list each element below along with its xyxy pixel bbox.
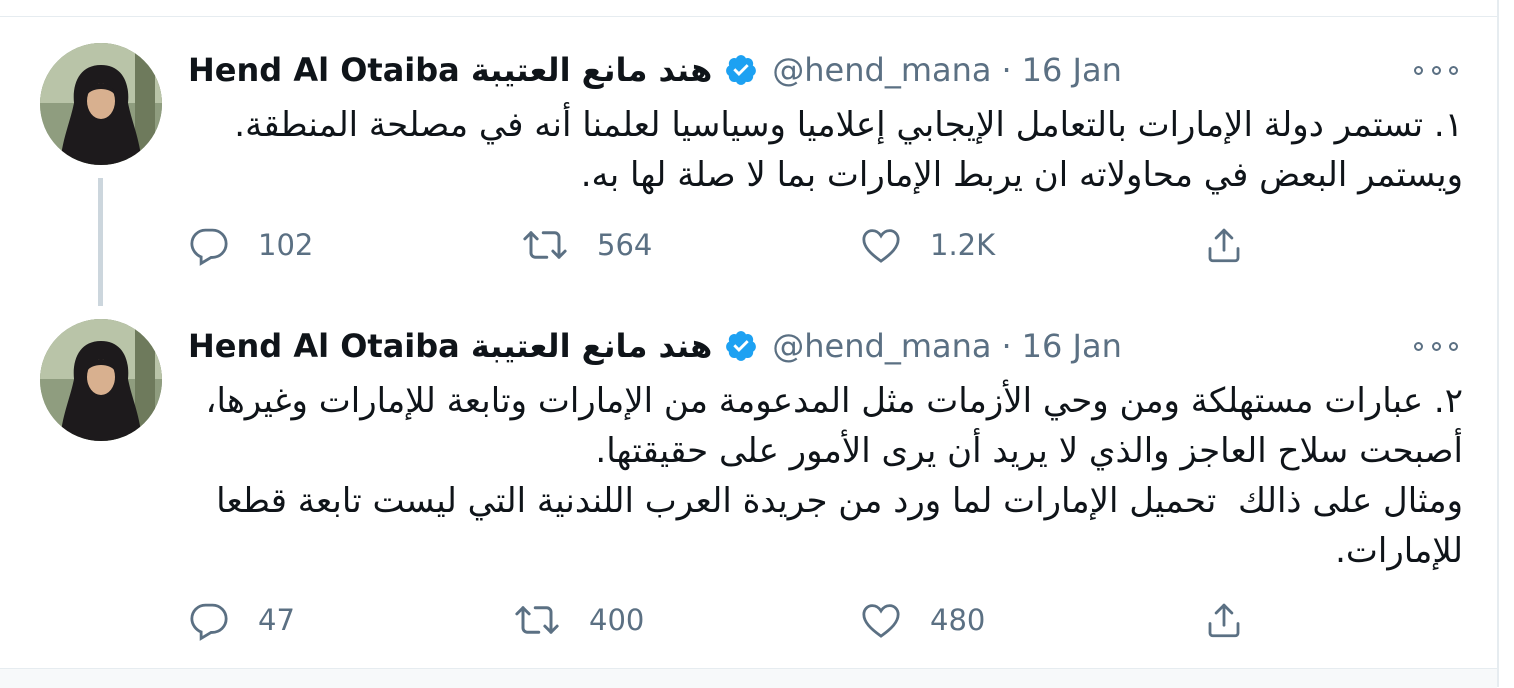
reply-count: 102 — [258, 228, 314, 262]
avatar[interactable] — [40, 319, 162, 441]
display-name[interactable]: Hend Al Otaiba هند مانع العتيبة — [188, 327, 712, 365]
like-count: 480 — [930, 603, 986, 637]
user-handle[interactable]: @hend_mana — [772, 51, 991, 89]
retweet-button[interactable]: 400 — [513, 595, 644, 645]
tweet-actions: 102 564 1.2K — [188, 220, 1288, 270]
timestamp[interactable]: 16 Jan — [1022, 327, 1122, 365]
reply-count: 47 — [258, 603, 295, 637]
user-handle[interactable]: @hend_mana — [772, 327, 991, 365]
like-button[interactable]: 1.2K — [860, 220, 995, 270]
like-icon — [860, 224, 902, 266]
share-button[interactable] — [1203, 595, 1245, 645]
tweet-actions: 47 400 480 — [188, 595, 1288, 645]
retweet-icon — [513, 599, 561, 641]
right-border — [1497, 0, 1499, 687]
tweet-text: ١. تستمر دولة الإمارات بالتعامل الإيجابي… — [223, 105, 1463, 195]
bottom-divider — [0, 668, 1497, 688]
tweet-header: Hend Al Otaiba هند مانع العتيبة @hend_ma… — [188, 321, 1122, 371]
like-icon — [860, 599, 902, 641]
separator-dot: · — [1001, 51, 1012, 89]
more-options-icon[interactable] — [1414, 60, 1458, 80]
like-count: 1.2K — [930, 228, 996, 262]
verified-badge-icon — [724, 53, 758, 87]
retweet-icon — [521, 224, 569, 266]
tweet[interactable]: Hend Al Otaiba هند مانع العتيبة @hend_ma… — [0, 306, 1497, 668]
display-name[interactable]: Hend Al Otaiba هند مانع العتيبة — [188, 51, 712, 89]
top-divider — [0, 0, 1497, 17]
retweet-count: 400 — [589, 603, 645, 637]
tweet-header: Hend Al Otaiba هند مانع العتيبة @hend_ma… — [188, 45, 1122, 95]
tweet[interactable]: Hend Al Otaiba هند مانع العتيبة @hend_ma… — [0, 16, 1497, 306]
timestamp[interactable]: 16 Jan — [1022, 51, 1122, 89]
reply-button[interactable]: 47 — [188, 595, 295, 645]
like-button[interactable]: 480 — [860, 595, 985, 645]
share-button[interactable] — [1203, 220, 1245, 270]
share-icon — [1203, 224, 1245, 266]
thread-connector-line — [98, 178, 103, 306]
separator-dot: · — [1001, 327, 1012, 365]
more-options-icon[interactable] — [1414, 336, 1458, 356]
retweet-count: 564 — [597, 228, 653, 262]
verified-badge-icon — [724, 329, 758, 363]
reply-icon — [188, 224, 230, 266]
reply-icon — [188, 599, 230, 641]
avatar[interactable] — [40, 43, 162, 165]
retweet-button[interactable]: 564 — [521, 220, 652, 270]
reply-button[interactable]: 102 — [188, 220, 313, 270]
tweet-text: ٢. عبارات مستهلكة ومن وحي الأزمات مثل ال… — [205, 381, 1463, 571]
share-icon — [1203, 599, 1245, 641]
